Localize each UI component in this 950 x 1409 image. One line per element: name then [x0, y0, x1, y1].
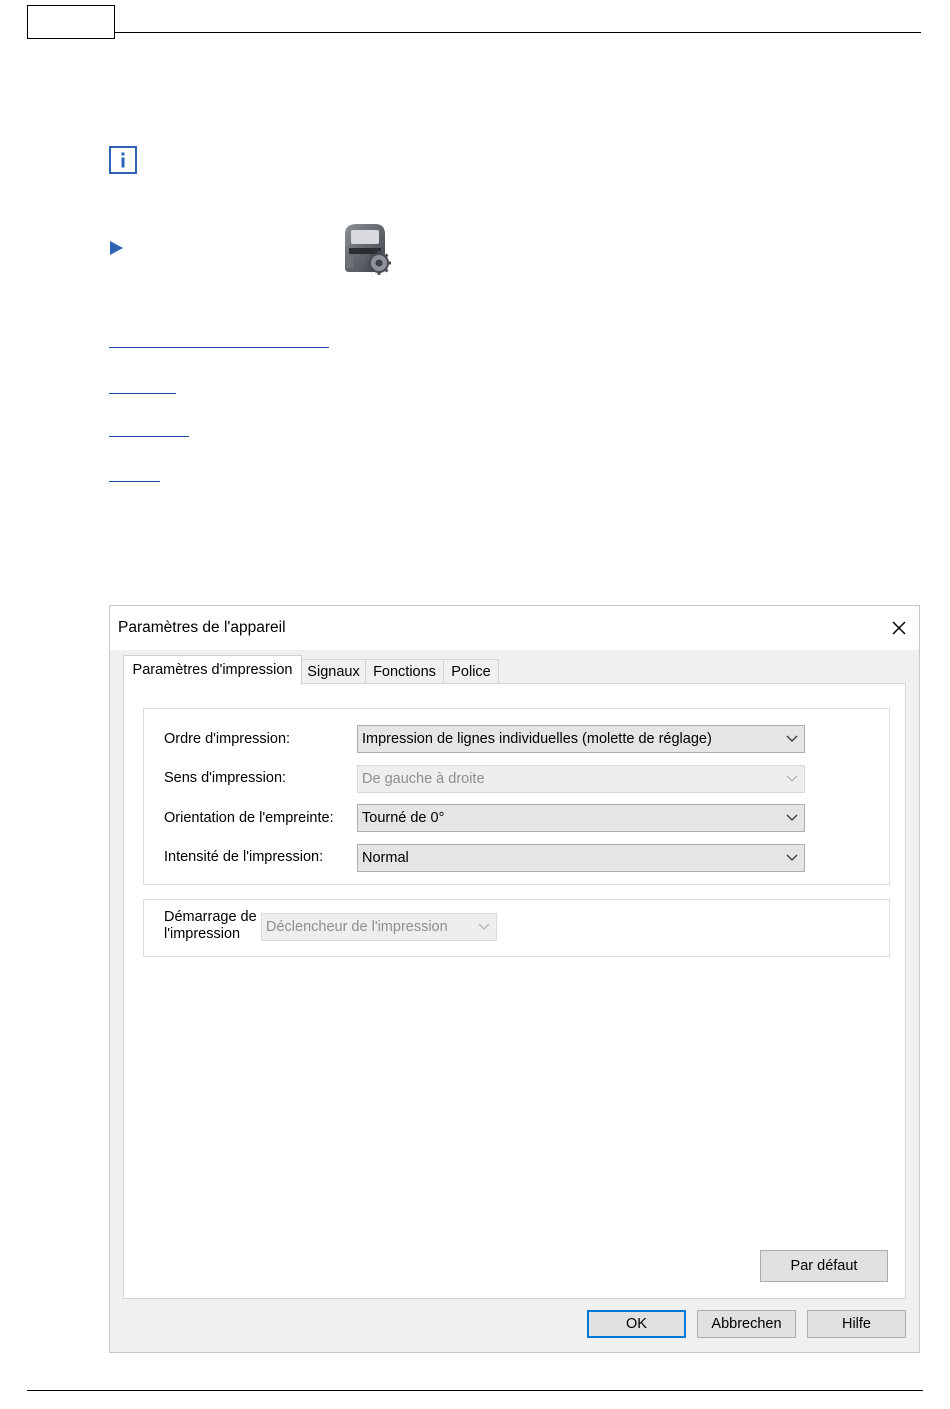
print-start-label-line2: l'impression	[164, 926, 241, 942]
print-direction-value: De gauche à droite	[362, 771, 485, 787]
header-rule	[115, 32, 921, 33]
print-start-select: Déclencheur de l'impression	[261, 913, 497, 941]
doc-link-2[interactable]	[109, 393, 176, 394]
dialog-titlebar: Paramètres de l'appareil	[110, 606, 919, 650]
print-order-select[interactable]: Impression de lignes individuelles (mole…	[357, 725, 805, 753]
tab-label: Fonctions	[373, 664, 436, 680]
cancel-button-label: Abbrechen	[711, 1316, 782, 1332]
help-button[interactable]: Hilfe	[807, 1310, 906, 1338]
default-button-label: Par défaut	[790, 1258, 858, 1274]
doc-link-1[interactable]	[109, 347, 329, 348]
print-start-label: Démarrage de l'impression	[164, 909, 257, 943]
printer-settings-icon	[337, 220, 395, 278]
tab-label: Signaux	[307, 664, 360, 680]
page-number-box	[27, 5, 115, 39]
cancel-button[interactable]: Abbrechen	[697, 1310, 796, 1338]
tab-label: Paramètres d'impression	[132, 662, 293, 678]
print-intensity-select[interactable]: Normal	[357, 844, 805, 872]
help-button-label: Hilfe	[841, 1316, 871, 1332]
ok-button-label: OK	[626, 1316, 647, 1332]
info-icon	[109, 146, 137, 174]
imprint-orientation-select[interactable]: Tourné de 0°	[357, 804, 805, 832]
arrow-right-icon	[110, 241, 123, 255]
tab-print-settings[interactable]: Paramètres d'impression	[123, 655, 302, 685]
print-options-group: Ordre d'impression: Impression de lignes…	[143, 708, 890, 885]
print-start-value: Déclencheur de l'impression	[266, 919, 448, 935]
footer-rule	[27, 1390, 923, 1391]
tab-label: Police	[451, 664, 491, 680]
chevron-down-icon	[786, 734, 798, 744]
print-order-label: Ordre d'impression:	[164, 731, 291, 747]
doc-link-4[interactable]	[109, 481, 160, 482]
doc-link-3[interactable]	[109, 436, 189, 437]
imprint-orientation-value: Tourné de 0°	[362, 810, 445, 826]
close-icon	[892, 621, 906, 635]
print-start-group: Démarrage de l'impression Déclencheur de…	[143, 899, 890, 957]
chevron-down-icon	[786, 813, 798, 823]
print-intensity-label: Intensité de l'impression:	[164, 849, 324, 865]
print-direction-label: Sens d'impression:	[164, 770, 287, 786]
chevron-down-icon	[786, 853, 798, 863]
dialog-title: Paramètres de l'appareil	[118, 619, 286, 636]
default-button[interactable]: Par défaut	[760, 1250, 888, 1282]
print-start-label-line1: Démarrage de	[164, 909, 257, 925]
tab-signals[interactable]: Signaux	[301, 659, 366, 684]
tab-font[interactable]: Police	[443, 659, 499, 684]
imprint-orientation-label: Orientation de l'empreinte:	[164, 810, 334, 826]
tab-functions[interactable]: Fonctions	[365, 659, 444, 684]
print-intensity-value: Normal	[362, 850, 409, 866]
tab-panel-print-settings: Ordre d'impression: Impression de lignes…	[123, 683, 906, 1299]
chevron-down-icon	[786, 774, 798, 784]
print-direction-select: De gauche à droite	[357, 765, 805, 793]
ok-button[interactable]: OK	[587, 1310, 686, 1338]
device-settings-dialog: Paramètres de l'appareil Paramètres d'im…	[109, 605, 920, 1353]
close-button[interactable]	[888, 617, 910, 639]
chevron-down-icon	[478, 922, 490, 932]
print-order-value: Impression de lignes individuelles (mole…	[362, 731, 712, 747]
